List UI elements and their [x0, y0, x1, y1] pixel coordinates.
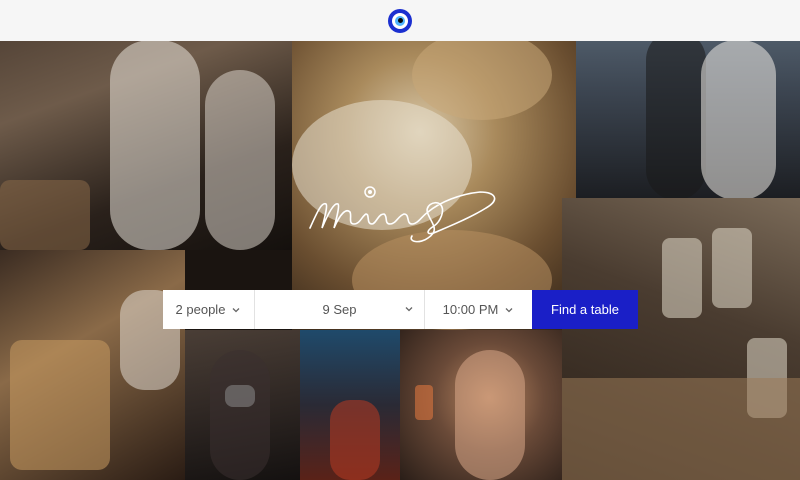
chevron-down-icon — [405, 307, 413, 312]
masked-dancer-photo — [185, 330, 300, 480]
site-header — [0, 0, 800, 41]
chevron-down-icon — [505, 307, 513, 312]
time-value: 10:00 PM — [442, 302, 499, 317]
wine-corks-photo — [292, 0, 576, 330]
date-select[interactable]: 9 Sep — [254, 290, 424, 329]
reservation-bar: 2 people 9 Sep 10:00 PM Find a table — [163, 290, 638, 329]
dance-floor-photo — [300, 330, 400, 480]
time-select[interactable]: 10:00 PM — [424, 290, 532, 329]
woman-cocktail-photo — [400, 330, 562, 480]
cheese-board-photo — [0, 250, 185, 480]
people-select[interactable]: 2 people — [163, 290, 254, 329]
people-value: 2 people — [175, 302, 226, 317]
date-value: 9 Sep — [322, 302, 357, 317]
toast-jars-photo — [562, 198, 800, 480]
members-wordmark — [309, 186, 496, 243]
evil-eye-icon[interactable] — [388, 8, 412, 33]
find-table-button[interactable]: Find a table — [532, 290, 638, 329]
chevron-down-icon — [232, 307, 240, 312]
